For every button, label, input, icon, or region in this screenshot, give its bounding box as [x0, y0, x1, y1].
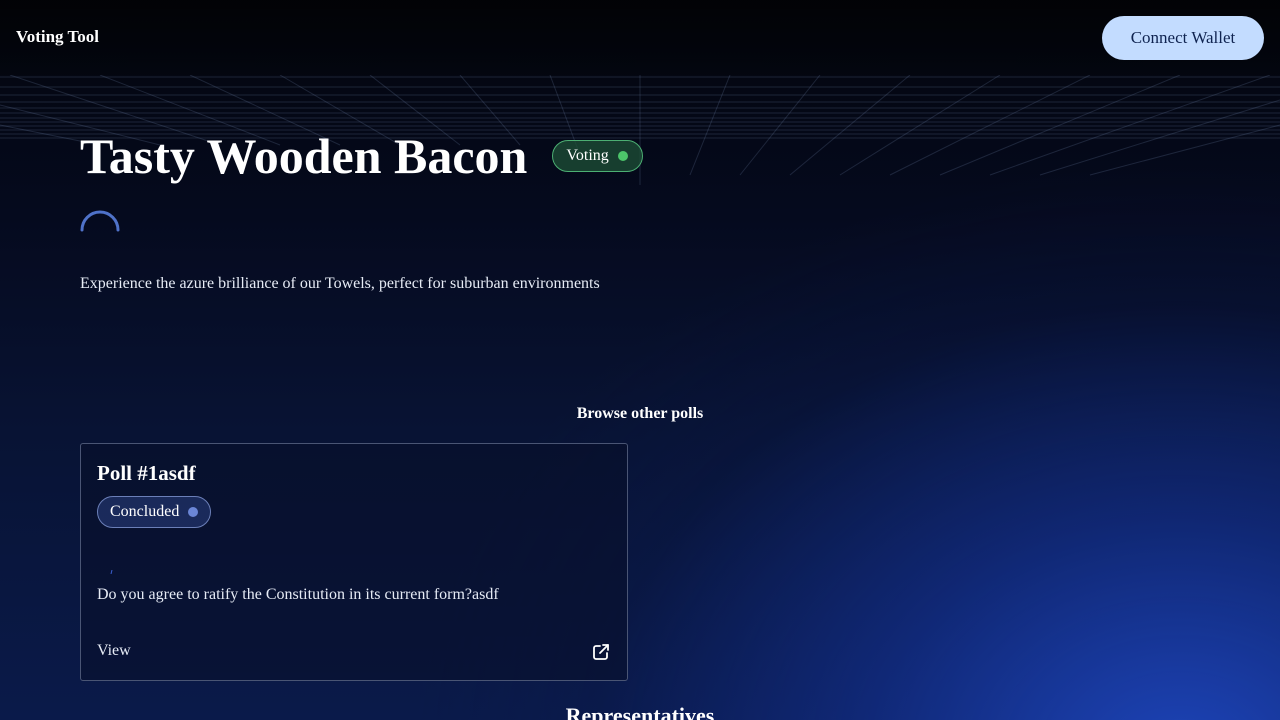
status-dot-icon — [617, 151, 628, 161]
poll-card-question: Do you agree to ratify the Constitution … — [97, 586, 499, 603]
brand-title[interactable]: Voting Tool — [16, 27, 99, 47]
poll-header: Tasty Wooden Bacon Voting — [80, 126, 643, 186]
status-badge-label: Voting — [566, 147, 609, 164]
poll-description: Experience the azure brilliance of our T… — [80, 275, 600, 292]
view-link[interactable]: View — [97, 642, 131, 660]
status-badge: Voting — [552, 140, 643, 172]
loading-mark-icon — [110, 570, 113, 574]
poll-card[interactable]: Poll #1asdf Concluded Do you agree to ra… — [80, 443, 628, 681]
browse-polls-heading: Browse other polls — [576, 405, 704, 422]
poll-card-title: Poll #1asdf — [97, 461, 196, 485]
external-link-icon[interactable] — [591, 642, 611, 662]
top-nav: Voting Tool Connect Wallet — [0, 0, 1280, 75]
status-badge-label: Concluded — [110, 503, 180, 520]
connect-wallet-button[interactable]: Connect Wallet — [1102, 16, 1264, 60]
spinner-icon — [80, 210, 120, 232]
status-dot-icon — [188, 507, 199, 517]
page-title: Tasty Wooden Bacon — [80, 128, 528, 184]
status-badge: Concluded — [97, 496, 212, 528]
representatives-heading: Representatives — [565, 703, 715, 720]
